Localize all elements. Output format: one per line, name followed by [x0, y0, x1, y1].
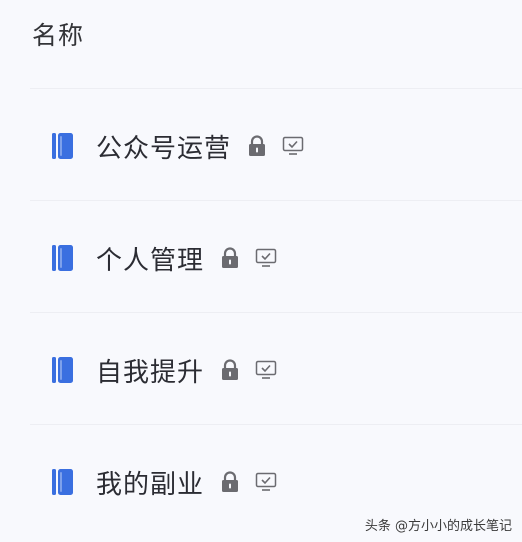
notebook-name: 自我提升 — [96, 357, 205, 388]
divider — [30, 200, 522, 201]
lock-icon — [249, 135, 266, 156]
notebook-icon — [52, 245, 73, 271]
notebook-list-panel: 名称 公众号运营 个人管理 自我提升 我的副业 头条 @方小小的成长笔记 — [0, 0, 522, 542]
notebook-row-2[interactable]: 个人管理 — [0, 238, 522, 278]
monitor-check-icon[interactable] — [255, 472, 277, 492]
lock-icon — [222, 471, 239, 492]
divider — [30, 424, 522, 425]
divider — [30, 312, 522, 313]
notebook-icon — [52, 469, 73, 495]
notebook-icon — [52, 357, 73, 383]
monitor-check-icon[interactable] — [255, 248, 277, 268]
notebook-row-4[interactable]: 我的副业 — [0, 462, 522, 502]
column-header-name: 名称 — [32, 21, 85, 50]
notebook-row-1[interactable]: 公众号运营 — [0, 126, 522, 166]
monitor-check-icon[interactable] — [255, 360, 277, 380]
notebook-icon — [52, 133, 73, 159]
lock-icon — [222, 247, 239, 268]
notebook-row-3[interactable]: 自我提升 — [0, 350, 522, 390]
lock-icon — [222, 359, 239, 380]
notebook-name: 个人管理 — [96, 245, 205, 276]
watermark: 头条 @方小小的成长笔记 — [364, 519, 512, 534]
monitor-check-icon[interactable] — [282, 136, 304, 156]
notebook-name: 我的副业 — [96, 469, 205, 500]
divider — [30, 88, 522, 89]
notebook-name: 公众号运营 — [96, 133, 232, 164]
